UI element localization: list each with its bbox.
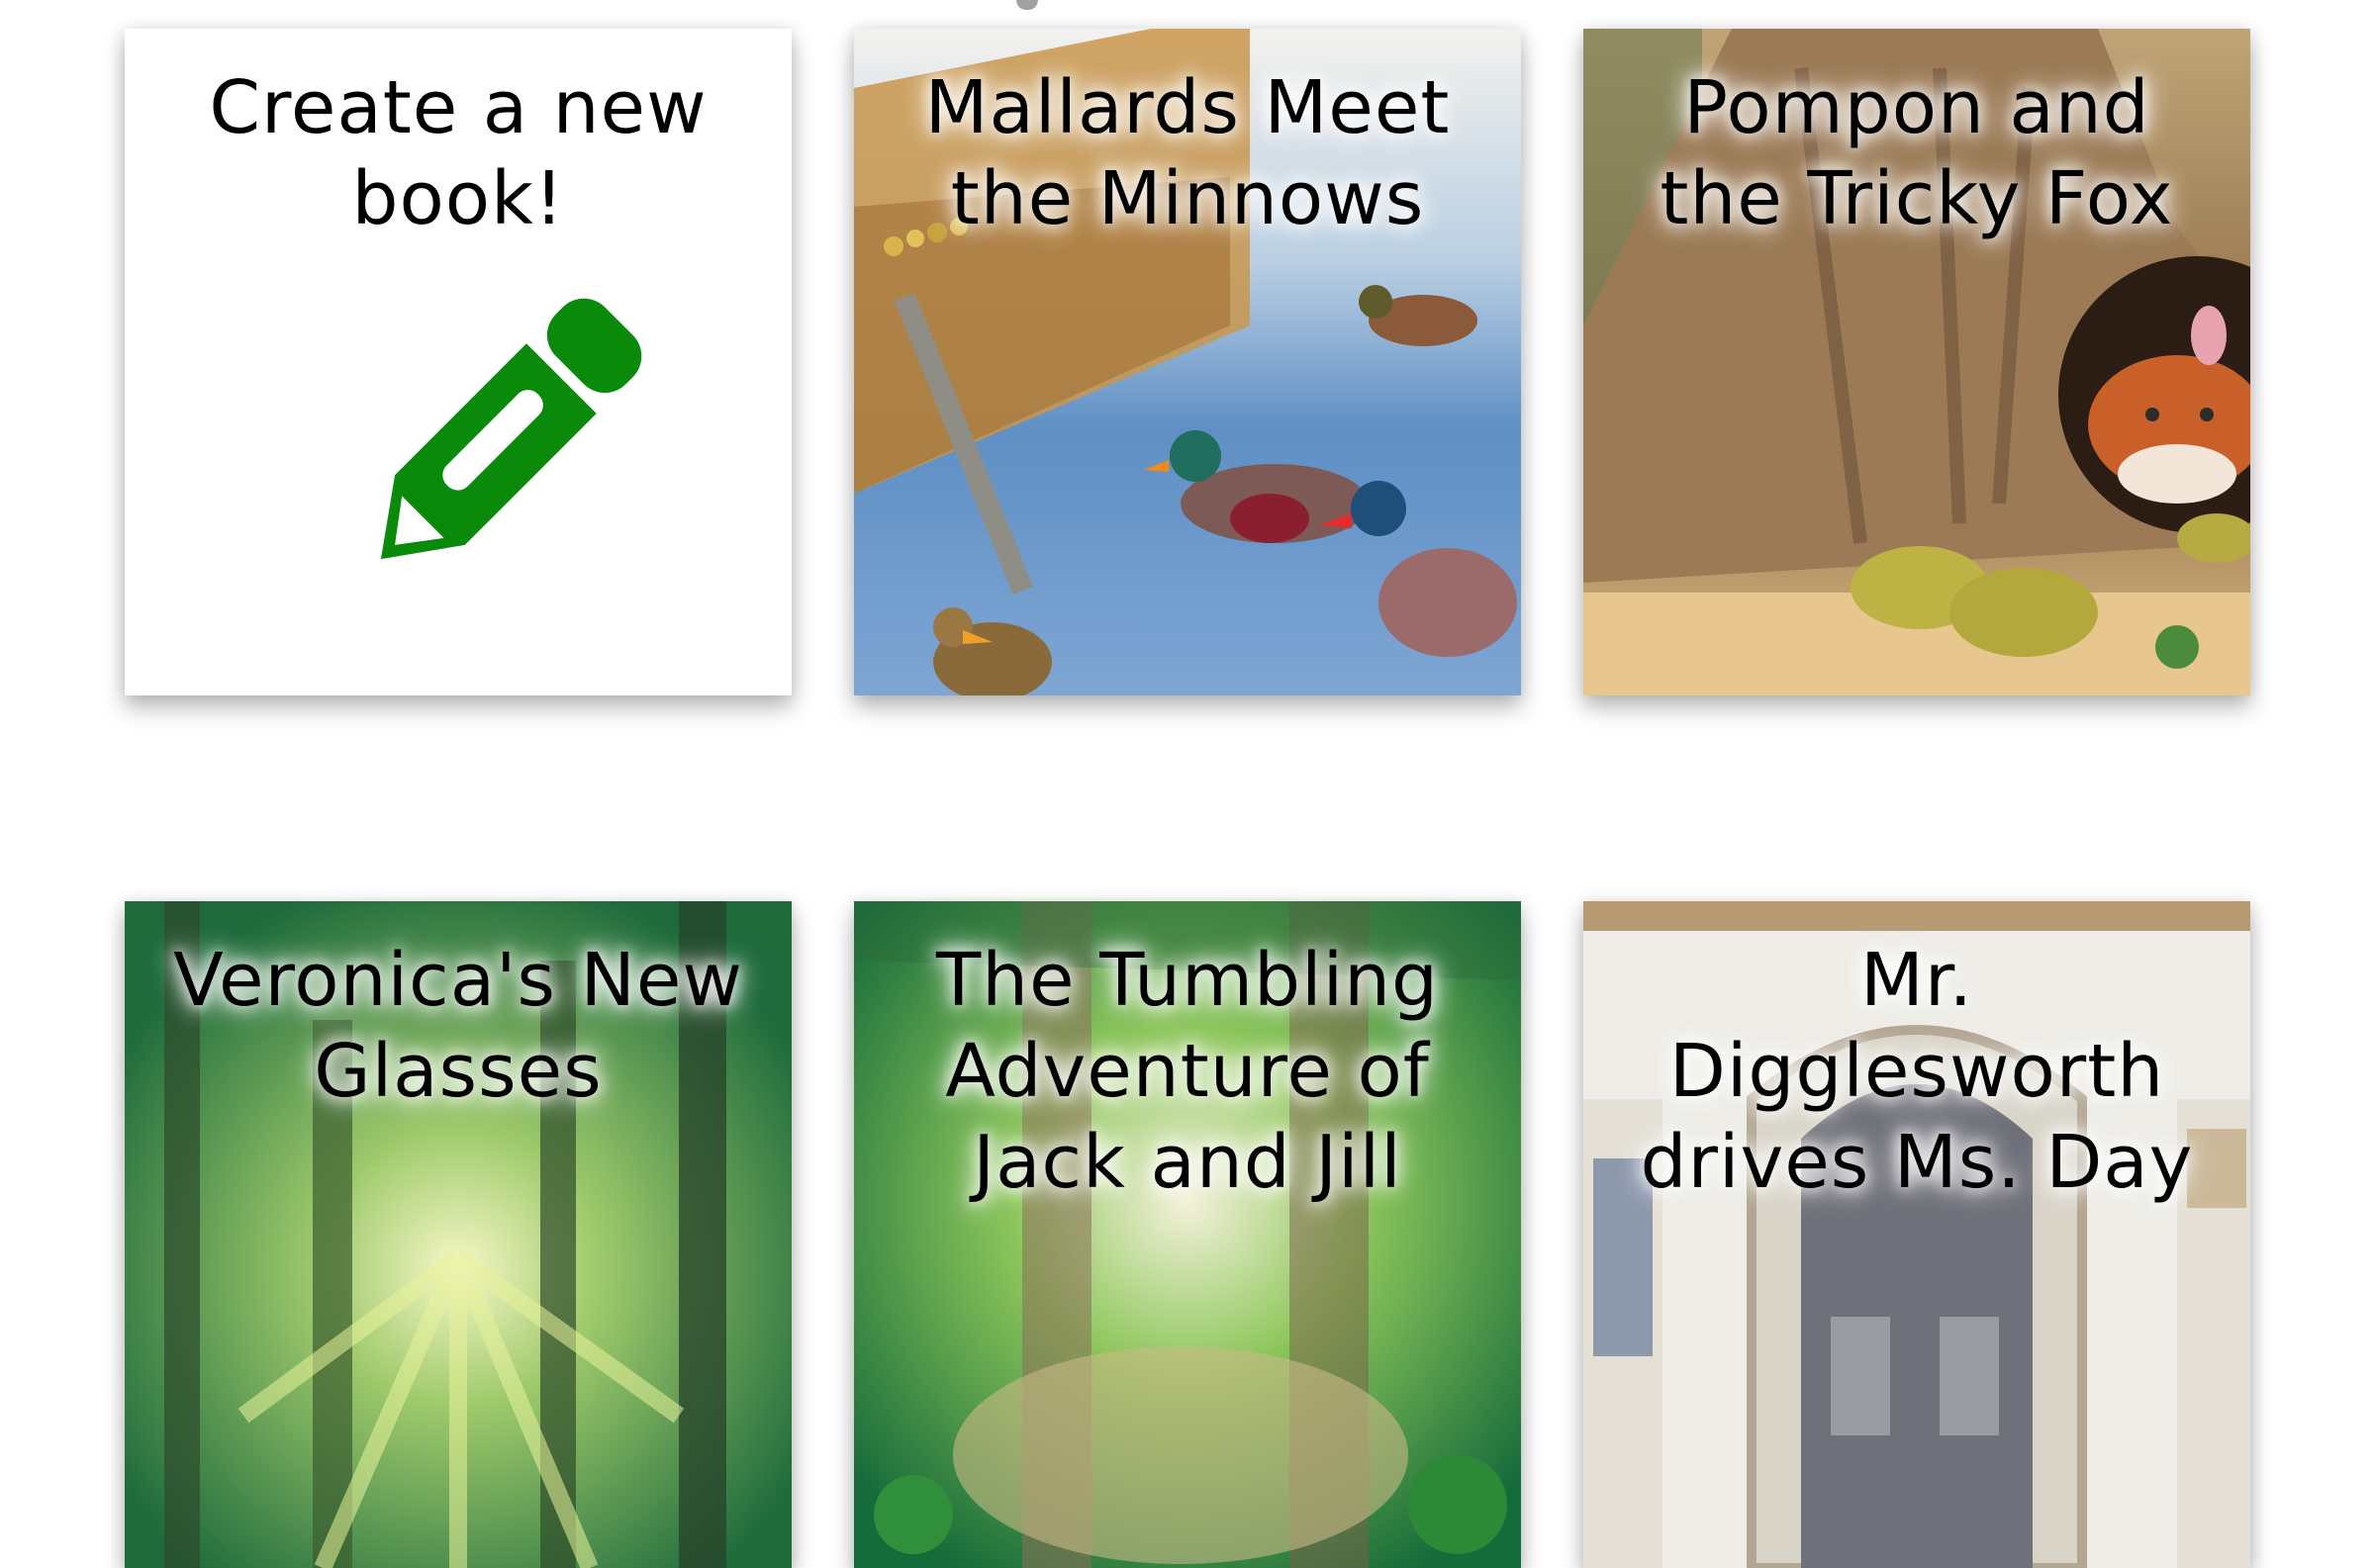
book-card-veronica[interactable]: Veronica's New Glasses xyxy=(125,901,792,1568)
book-title-jack-and-jill: The Tumbling Adventure of Jack and Jill xyxy=(935,938,1440,1205)
book-card-digglesworth[interactable]: Mr. Digglesworth drives Ms. Day xyxy=(1583,901,2250,1568)
book-card-jack-and-jill[interactable]: The Tumbling Adventure of Jack and Jill xyxy=(854,901,1521,1568)
top-edge-mark xyxy=(1016,0,1038,10)
book-title-mallards: Mallards Meet the Minnows xyxy=(924,65,1451,241)
book-title-pompon: Pompon and the Tricky Fox xyxy=(1660,65,2174,241)
pencil-icon xyxy=(380,298,642,560)
create-new-book-card[interactable]: Create a new book! xyxy=(125,29,792,695)
book-card-mallards[interactable]: Mallards Meet the Minnows xyxy=(854,29,1521,695)
book-card-pompon[interactable]: Pompon and the Tricky Fox xyxy=(1583,29,2250,695)
create-book-title: Create a new book! xyxy=(209,65,708,241)
book-title-digglesworth: Mr. Digglesworth drives Ms. Day xyxy=(1640,938,2194,1205)
book-title-veronica: Veronica's New Glasses xyxy=(173,938,743,1114)
